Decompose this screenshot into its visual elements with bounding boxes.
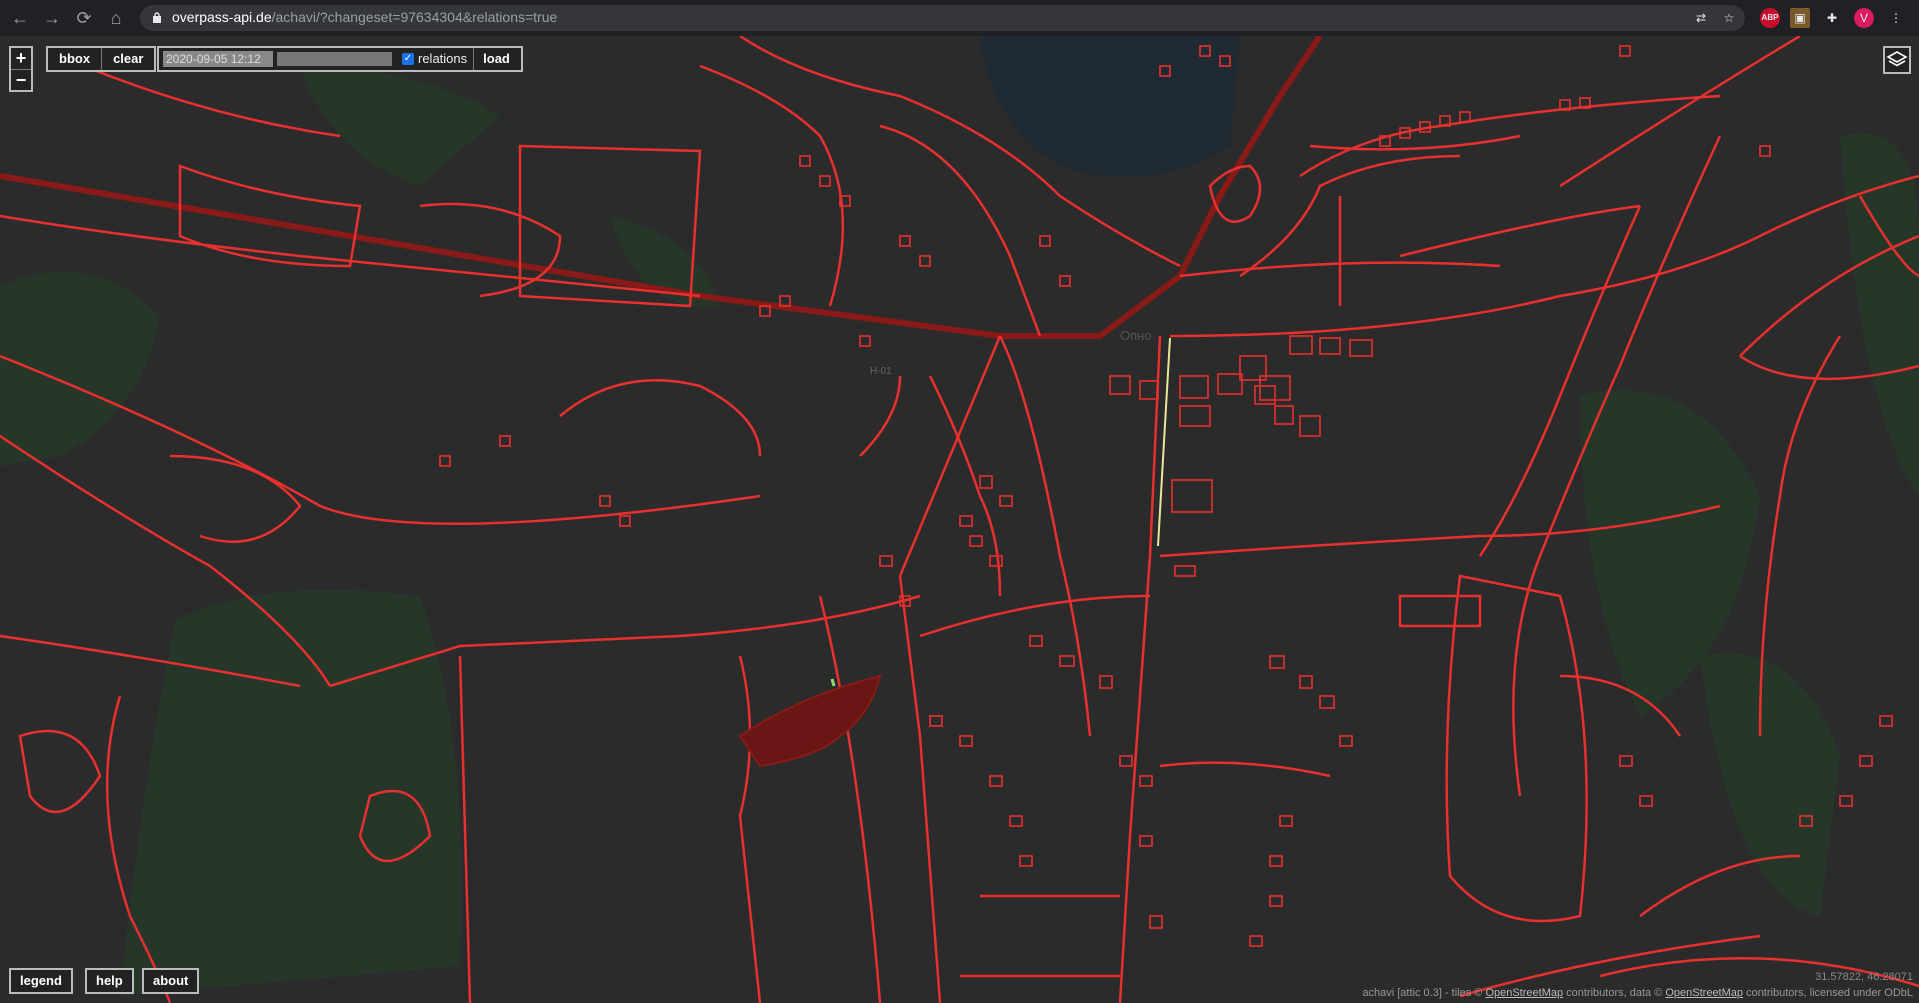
date-slider[interactable]	[277, 52, 392, 66]
zoom-in-button[interactable]: +	[11, 48, 31, 70]
extension-icon[interactable]: ▣	[1790, 8, 1810, 28]
highlighted-node	[830, 678, 836, 687]
coordinates-readout: 31.57822, 46.28071	[1815, 971, 1913, 983]
back-icon[interactable]: ←	[8, 6, 32, 30]
relations-checkbox[interactable]: ✓	[402, 53, 414, 65]
help-button[interactable]: help	[85, 968, 134, 994]
legend-button[interactable]: legend	[9, 968, 73, 994]
zoom-control: + −	[9, 46, 33, 92]
attribution-suffix: contributors, licensed under ODbL	[1743, 987, 1913, 999]
bookmark-star-icon[interactable]: ☆	[1719, 8, 1739, 28]
highlighted-way	[1157, 337, 1171, 547]
attribution-prefix: achavi [attic 0.3] - tiles ©	[1362, 987, 1486, 999]
date-control: 2020-09-05 12:12 ✓ relations load	[157, 46, 523, 72]
home-icon[interactable]: ⌂	[104, 6, 128, 30]
date-input[interactable]: 2020-09-05 12:12	[163, 51, 273, 67]
bbox-control: bbox clear	[46, 46, 157, 72]
clear-button[interactable]: clear	[101, 48, 154, 70]
menu-icon[interactable]: ⋮	[1886, 8, 1906, 28]
forest-areas	[0, 66, 1919, 996]
map-layer	[0, 36, 1919, 1003]
layers-icon	[1886, 51, 1908, 67]
reload-icon[interactable]: ⟳	[72, 6, 96, 30]
load-button[interactable]: load	[473, 48, 519, 70]
attribution-mid: contributors, data ©	[1563, 987, 1666, 999]
translate-icon[interactable]: ⇄	[1691, 8, 1711, 28]
osm-link[interactable]: OpenStreetMap	[1485, 987, 1563, 999]
zoom-out-button[interactable]: −	[11, 70, 31, 91]
lock-icon	[153, 12, 161, 23]
osm-data-link[interactable]: OpenStreetMap	[1665, 987, 1743, 999]
bbox-button[interactable]: bbox	[48, 48, 101, 70]
relations-label: relations	[418, 51, 468, 66]
highlight-area	[738, 674, 882, 768]
map-attribution: achavi [attic 0.3] - tiles © OpenStreetM…	[1362, 987, 1913, 999]
place-label: Опно	[1120, 328, 1152, 343]
browser-toolbar: ← → ⟳ ⌂ overpass-api.de/achavi/?changese…	[0, 0, 1919, 36]
about-button[interactable]: about	[142, 968, 200, 994]
map-canvas[interactable]: Н-01 Опно	[0, 36, 1919, 1003]
address-bar[interactable]: overpass-api.de/achavi/?changeset=976343…	[140, 5, 1745, 31]
adblock-icon[interactable]: ABP	[1760, 8, 1780, 28]
forward-icon[interactable]: →	[40, 6, 64, 30]
puzzle-icon[interactable]: ✚	[1822, 8, 1842, 28]
road-label: Н-01	[870, 366, 892, 377]
avatar[interactable]: V	[1854, 8, 1874, 28]
layers-button[interactable]	[1883, 46, 1911, 74]
url-text: overpass-api.de/achavi/?changeset=976343…	[172, 9, 558, 25]
water-area	[980, 36, 1240, 178]
